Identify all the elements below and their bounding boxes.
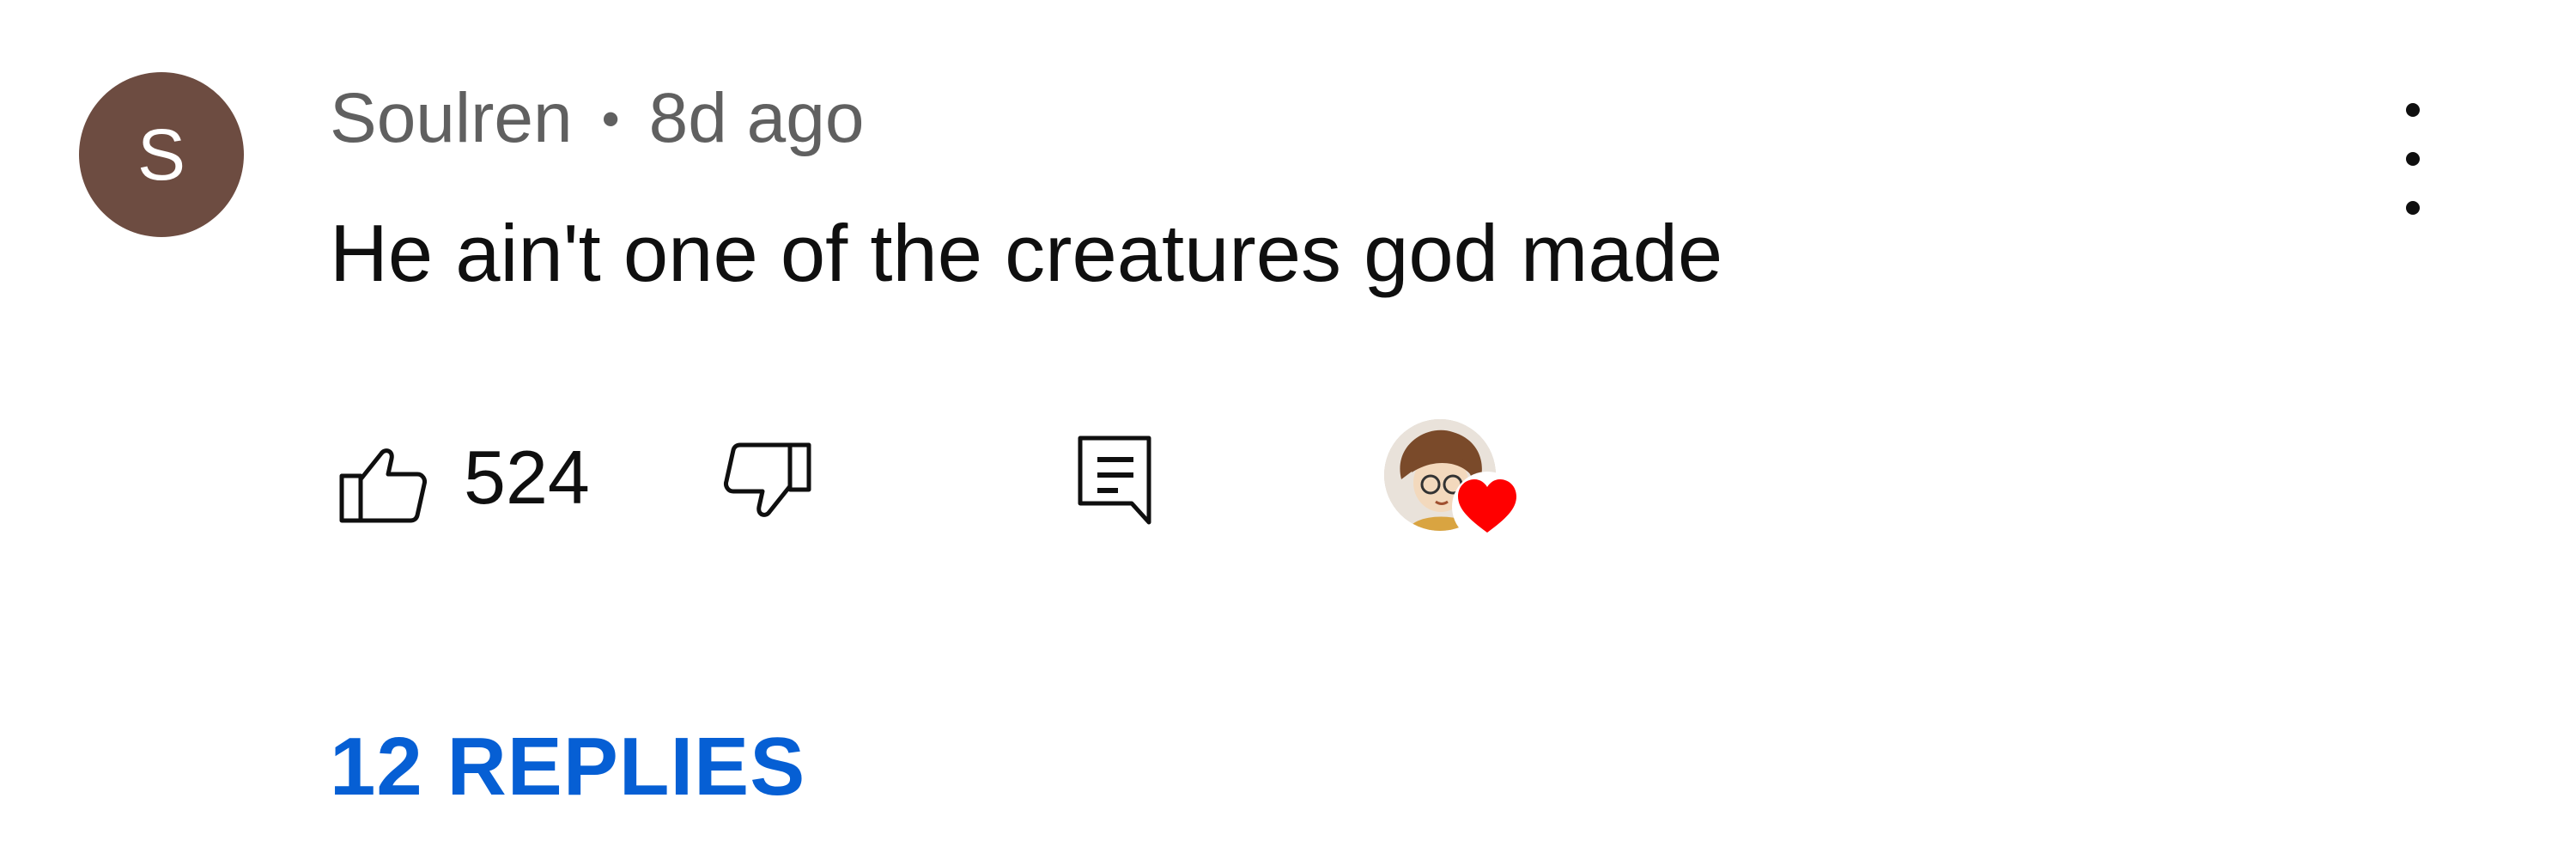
comment-timestamp[interactable]: 8d ago [649, 78, 865, 159]
more-vert-icon-dot [2406, 201, 2420, 215]
comment-header: Soulren • 8d ago [330, 76, 864, 161]
more-vert-icon-dot [2406, 103, 2420, 117]
creator-heart-badge [1384, 419, 1539, 548]
like-button[interactable] [337, 440, 429, 526]
thumbs-up-icon [339, 448, 427, 523]
reply-button[interactable] [1073, 431, 1159, 527]
thumbs-down-icon [724, 442, 811, 517]
meta-separator: • [601, 89, 620, 148]
heart-icon [1452, 472, 1522, 542]
dislike-button[interactable] [721, 440, 814, 526]
more-vert-icon-dot [2406, 152, 2420, 166]
comment-thread: S Soulren • 8d ago He ain't one of the c… [0, 0, 2576, 859]
comment-text: He ain't one of the creatures god made [330, 208, 1723, 298]
author-avatar[interactable]: S [79, 72, 244, 237]
like-count: 524 [464, 435, 590, 520]
view-replies-button[interactable]: 12 REPLIES [330, 720, 805, 814]
author-name[interactable]: Soulren [330, 78, 573, 159]
author-initial: S [137, 114, 186, 195]
more-options-button[interactable] [2383, 103, 2443, 215]
reply-comment-icon [1078, 436, 1151, 525]
